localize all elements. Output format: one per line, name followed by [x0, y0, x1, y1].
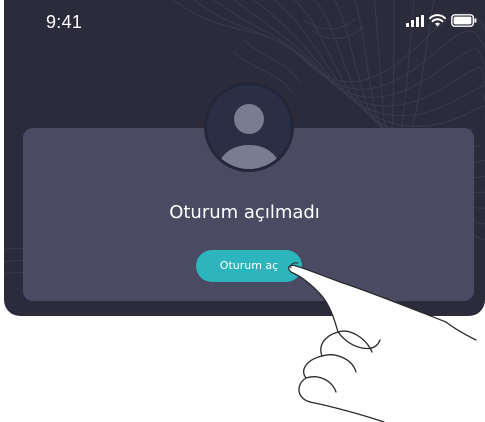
status-icons — [406, 14, 477, 27]
signal-icon — [406, 14, 424, 27]
login-button[interactable]: Oturum aç — [196, 250, 302, 282]
not-logged-in-title: Oturum açılmadı — [169, 202, 320, 223]
battery-icon — [451, 14, 477, 27]
phone-screen: 9:41 Oturum açılmadı Oturum aç — [4, 0, 485, 316]
user-avatar-icon — [204, 82, 294, 172]
wifi-icon — [429, 14, 446, 27]
status-time: 9:41 — [46, 12, 83, 32]
screen-illustration: 9:41 Oturum açılmadı Oturum aç — [0, 0, 485, 422]
